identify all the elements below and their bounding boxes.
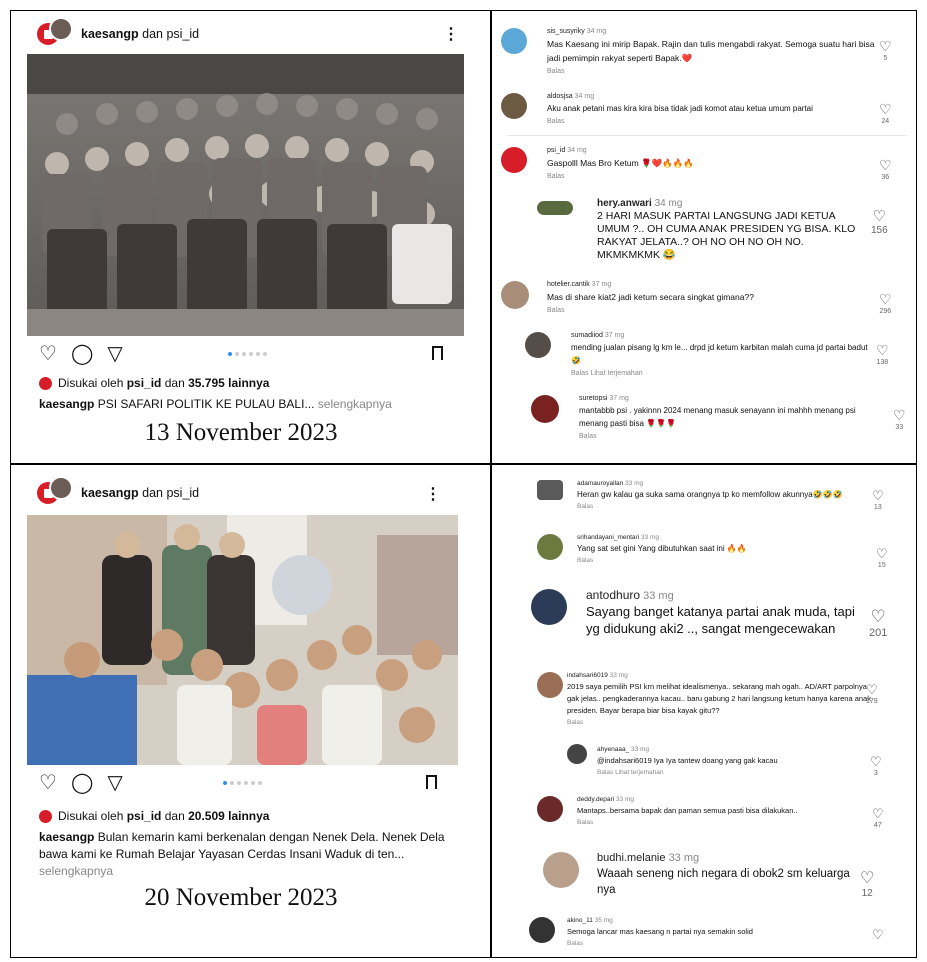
comment-item: sis_susyriky 34 mg Mas Kaesang ini mirip… (501, 28, 892, 76)
avatar[interactable] (501, 28, 527, 54)
comment-item: aldosjsa 34 mg Aku anak petani mas kira … (501, 93, 892, 133)
heart-icon[interactable]: ♡ 296 (879, 291, 892, 315)
reply-link[interactable]: Balas (577, 503, 593, 510)
avatar[interactable] (567, 744, 587, 764)
reply-link[interactable]: Balas (567, 719, 583, 726)
reply-link[interactable]: Balas (547, 118, 565, 125)
comment-item: akino_11 35 mg Semoga lancar mas kaesang… (501, 917, 891, 957)
heart-icon[interactable]: ♡ 13 (872, 488, 884, 511)
comment-item: psi_id 34 mg Gaspolll Mas Bro Ketum 🌹❤️🔥… (501, 147, 892, 187)
send-icon[interactable]: ▽ (107, 773, 122, 793)
comment-icon[interactable]: ◯ (71, 344, 93, 364)
post-panel-2: kaesangp dan psi_id ⋮ ♡ ◯ ▽ Disukai oleh… (11, 454, 479, 957)
send-icon[interactable]: ▽ (107, 344, 122, 364)
reply-link[interactable]: Balas (579, 433, 597, 440)
avatar[interactable] (525, 332, 551, 358)
bookmark-icon[interactable] (432, 346, 443, 365)
avatar[interactable] (37, 476, 73, 504)
post-username[interactable]: kaesangp dan psi_id (81, 27, 199, 41)
avatar[interactable] (37, 17, 73, 45)
comment-icon[interactable]: ◯ (71, 773, 93, 793)
comment-item: budhi.melanie 33 mg Waaah seneng nich ne… (501, 852, 891, 912)
reply-link[interactable]: Balas (547, 307, 565, 314)
heart-icon[interactable]: ♡ 24 (879, 101, 892, 125)
reply-link[interactable]: Balas Lihat terjemahan (571, 370, 643, 377)
post-header: kaesangp dan psi_id (37, 17, 199, 51)
comment-reply-item: ahyenaaa_ 33 mg @indahsari6019 Iya Iya t… (501, 744, 891, 784)
heart-icon[interactable]: ♡ 179 (866, 682, 878, 705)
heart-icon[interactable]: ♡ 12 (860, 868, 874, 899)
reply-link[interactable]: Balas Lihat terjemahan (597, 769, 664, 776)
comment-item: hery.anwari 34 mg 2 HARI MASUK PARTAI LA… (501, 198, 891, 279)
comment-item: suretopsi 37 mg mantabbb psi . yakinnn 2… (501, 395, 906, 447)
likes-summary[interactable]: Disukai oleh psi_id dan 20.509 lainnya (39, 809, 269, 823)
post-date: 13 November 2023 (144, 419, 338, 446)
heart-icon[interactable]: ♡ 15 (876, 546, 888, 569)
heart-icon[interactable]: ♡ (872, 927, 884, 943)
kebab-icon[interactable]: ⋮ (443, 24, 459, 44)
avatar[interactable] (501, 147, 527, 173)
heart-icon[interactable]: ♡ 3 (870, 754, 882, 777)
heart-icon[interactable]: ♡ 201 (869, 607, 887, 639)
more-link[interactable]: selengkapnya (314, 397, 392, 411)
avatar[interactable] (531, 589, 567, 625)
bookmark-icon[interactable] (426, 775, 437, 794)
post-photo[interactable] (27, 515, 458, 765)
heart-icon[interactable]: ♡ 156 (871, 207, 888, 236)
avatar[interactable] (529, 917, 555, 943)
reply-link[interactable]: Balas (547, 173, 565, 180)
heart-icon[interactable]: ♡ 5 (879, 38, 892, 62)
reply-link[interactable]: Balas (577, 557, 593, 564)
post-photo[interactable] (27, 54, 464, 336)
heart-icon[interactable]: ♡ 36 (879, 157, 892, 181)
reply-link[interactable]: Balas (547, 68, 565, 75)
avatar[interactable] (531, 395, 559, 423)
comment-item: hotelier.cantik 37 mg Mas di share kiat2… (501, 281, 892, 321)
kebab-icon[interactable]: ⋮ (425, 484, 441, 504)
reply-link[interactable]: Balas (577, 819, 593, 826)
comments-panel-1: sis_susyriky 34 mg Mas Kaesang ini mirip… (481, 11, 917, 452)
avatar[interactable] (537, 480, 563, 500)
comment-item: srihandayani_mentari 33 mg Yang sat set … (501, 534, 891, 574)
reply-link[interactable]: Balas (567, 940, 583, 947)
heart-icon[interactable]: ♡ 33 (893, 407, 906, 431)
avatar[interactable] (543, 852, 579, 888)
more-link[interactable]: selengkapnya (39, 864, 113, 878)
comments-panel-2: adamauroyallan 33 mg Heran gw kalau ga s… (481, 454, 917, 957)
carousel-dots (223, 781, 262, 785)
post-date: 20 November 2023 (144, 884, 338, 911)
avatar[interactable] (501, 281, 529, 309)
avatar[interactable] (537, 672, 563, 698)
heart-icon[interactable]: ♡ 138 (876, 342, 889, 366)
comment-item: indahsari6019 33 mg 2019 saya pemilih PS… (501, 672, 891, 736)
post-header: kaesangp dan psi_id (37, 476, 199, 510)
comment-item: antodhuro 33 mg Sayang banget katanya pa… (501, 588, 891, 659)
avatar[interactable] (537, 534, 563, 560)
divider (507, 135, 907, 136)
post-caption: kaesangp PSI SAFARI POLITIK KE PULAU BAL… (39, 397, 392, 411)
avatar[interactable] (537, 796, 563, 822)
post-caption: kaesangp Bulan kemarin kami berkenalan d… (39, 830, 445, 878)
heart-icon[interactable]: ♡ 47 (872, 806, 884, 829)
comment-item: sumadiiod 37 mg mending jualan pisang lg… (501, 332, 891, 384)
heart-icon[interactable]: ♡ (39, 773, 57, 793)
likes-summary[interactable]: Disukai oleh psi_id dan 35.795 lainnya (39, 376, 269, 390)
post-actions: ♡ ◯ ▽ (39, 770, 123, 796)
post-username[interactable]: kaesangp dan psi_id (81, 486, 199, 500)
post-panel-1: kaesangp dan psi_id ⋮ ♡ ◯ ▽ Disukai oleh… (11, 11, 479, 452)
liker-avatar (39, 809, 52, 823)
post-actions: ♡ ◯ ▽ (39, 341, 123, 367)
comment-item: adamauroyallan 33 mg Heran gw kalau ga s… (501, 480, 891, 520)
avatar[interactable] (501, 93, 527, 119)
avatar[interactable] (537, 201, 573, 215)
liker-avatar (39, 376, 52, 390)
heart-icon[interactable]: ♡ (39, 344, 57, 364)
comment-item: deddy.depari 33 mg Mantaps..bersama bapa… (501, 796, 891, 836)
carousel-dots (228, 352, 267, 356)
